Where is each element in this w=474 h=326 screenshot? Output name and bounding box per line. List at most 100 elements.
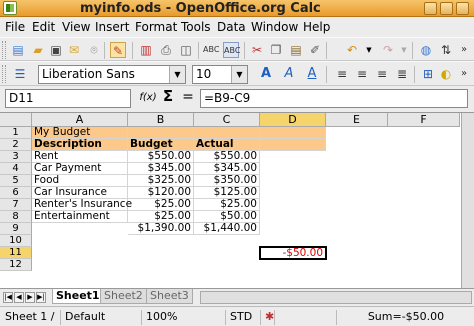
export-pdf-icon[interactable]: ▥ — [138, 42, 154, 58]
function-icon[interactable]: = — [180, 89, 196, 105]
function-wizard-icon[interactable]: f(x) — [137, 90, 159, 106]
minimize-button[interactable] — [424, 2, 437, 15]
italic-icon[interactable]: A — [281, 66, 297, 82]
row-header-11[interactable]: 11 — [0, 247, 32, 259]
window-title: myinfo.ods - OpenOffice.org Calc — [80, 1, 321, 16]
cell-b9[interactable]: $1,390.00 — [128, 223, 194, 235]
row-header-1[interactable]: 1 — [0, 127, 32, 139]
autospellcheck-icon[interactable]: ABC — [223, 42, 240, 58]
sort-ascending-icon[interactable]: ⇅ — [438, 42, 454, 58]
font-size-value: 10 — [196, 67, 212, 81]
font-size-select[interactable]: 10 ▼ — [192, 65, 248, 84]
cell-d11[interactable]: -$50.00 — [259, 246, 327, 260]
last-sheet-icon[interactable]: ▶| — [36, 292, 46, 303]
print-icon[interactable]: ⎙ — [158, 42, 174, 58]
align-right-icon[interactable]: ≡ — [374, 66, 390, 82]
cell-d1[interactable] — [260, 127, 326, 139]
hyperlink-icon[interactable]: ◍ — [418, 42, 434, 58]
menu-data[interactable]: Data — [217, 20, 246, 34]
column-header-a[interactable]: A — [32, 113, 128, 127]
spreadsheet-grid[interactable]: A B C D E F 1 2 3 4 5 6 7 8 9 10 11 12 M… — [0, 112, 474, 288]
merge-cells-icon[interactable]: ⊞ — [420, 66, 436, 82]
chevron-down-icon[interactable]: ▼ — [231, 66, 247, 83]
font-name-select[interactable]: Liberation Sans ▼ — [38, 65, 186, 84]
tab-sheet1[interactable]: Sheet1 — [52, 289, 104, 304]
status-zoom[interactable]: 100% — [144, 310, 226, 325]
toolbar-grip[interactable] — [2, 41, 6, 59]
row-header-8[interactable]: 8 — [0, 211, 32, 223]
maximize-button[interactable] — [440, 2, 453, 15]
column-header-e[interactable]: E — [326, 113, 388, 127]
more-options-icon[interactable]: » — [456, 42, 472, 58]
select-all-corner[interactable] — [0, 113, 32, 127]
formula-input[interactable]: =B9-C9 — [200, 89, 468, 108]
first-sheet-icon[interactable]: |◀ — [3, 292, 13, 303]
underline-icon[interactable]: A — [304, 66, 320, 82]
menu-file[interactable]: File — [5, 20, 25, 34]
menu-help[interactable]: Help — [303, 20, 330, 34]
formula-text: =B9-C9 — [204, 91, 251, 105]
cell-d2[interactable] — [260, 139, 326, 151]
copy-icon[interactable]: ❐ — [268, 42, 284, 58]
column-header-b[interactable]: B — [128, 113, 194, 127]
status-selection-mode[interactable]: STD — [228, 310, 261, 325]
menu-edit[interactable]: Edit — [32, 20, 55, 34]
calc-app-icon[interactable] — [3, 1, 17, 15]
row-header-9[interactable]: 9 — [0, 223, 32, 235]
next-sheet-icon[interactable]: ▶ — [25, 292, 35, 303]
status-sum: Sum=-$50.00 — [367, 310, 445, 323]
link-icon[interactable]: ⌾ — [86, 42, 102, 58]
menu-insert[interactable]: Insert — [95, 20, 129, 34]
close-button[interactable] — [456, 2, 469, 15]
redo-icon[interactable]: ↷ — [380, 42, 396, 58]
row-header-4[interactable]: 4 — [0, 163, 32, 175]
status-page-style[interactable]: Default — [63, 310, 142, 325]
horizontal-scrollbar[interactable] — [200, 291, 472, 304]
row-header-2[interactable]: 2 — [0, 139, 32, 151]
menu-tools[interactable]: Tools — [181, 20, 211, 34]
save-icon[interactable]: ▣ — [48, 42, 64, 58]
undo-dropdown-icon[interactable]: ▼ — [361, 42, 377, 58]
name-box[interactable]: D11 — [5, 89, 131, 108]
more-options-icon[interactable]: » — [456, 66, 472, 82]
print-preview-icon[interactable]: ◫ — [178, 42, 194, 58]
row-header-12[interactable]: 12 — [0, 259, 32, 271]
cut-icon[interactable]: ✂ — [249, 42, 265, 58]
column-header-c[interactable]: C — [194, 113, 260, 127]
styles-icon[interactable]: ☰ — [12, 66, 28, 82]
menu-view[interactable]: View — [62, 20, 90, 34]
open-folder-icon[interactable]: ▰ — [30, 42, 46, 58]
menu-format[interactable]: Format — [135, 20, 177, 34]
redo-dropdown-icon[interactable]: ▼ — [396, 42, 412, 58]
row-header-6[interactable]: 6 — [0, 187, 32, 199]
sum-icon[interactable]: Σ — [160, 88, 176, 104]
row-header-5[interactable]: 5 — [0, 175, 32, 187]
row-header-10[interactable]: 10 — [0, 235, 32, 247]
cell-a8[interactable]: Entertainment — [32, 211, 128, 223]
toolbar-grip[interactable] — [2, 65, 6, 83]
tab-sheet2[interactable]: Sheet2 — [100, 289, 147, 304]
currency-icon[interactable]: ◐ — [438, 66, 454, 82]
justify-icon[interactable]: ≣ — [394, 66, 410, 82]
row-header-3[interactable]: 3 — [0, 151, 32, 163]
email-icon[interactable]: ✉ — [66, 42, 82, 58]
cell-c9[interactable]: $1,440.00 — [194, 223, 260, 235]
chevron-down-icon[interactable]: ▼ — [169, 66, 185, 83]
paste-icon[interactable]: ▤ — [288, 42, 304, 58]
align-left-icon[interactable]: ≡ — [334, 66, 350, 82]
menu-window[interactable]: Window — [251, 20, 298, 34]
column-header-d[interactable]: D — [260, 113, 326, 127]
new-document-icon[interactable]: ▤ — [10, 42, 26, 58]
align-center-icon[interactable]: ≡ — [354, 66, 370, 82]
undo-icon[interactable]: ↶ — [344, 42, 360, 58]
tab-sheet3[interactable]: Sheet3 — [146, 289, 193, 304]
edit-file-icon[interactable]: ✎ — [110, 42, 126, 58]
formatting-toolbar: ☰ Liberation Sans ▼ 10 ▼ A A A ≡ ≡ ≡ ≣ ⊞… — [0, 61, 474, 86]
clone-formatting-icon[interactable]: ✐ — [307, 42, 323, 58]
row-header-7[interactable]: 7 — [0, 199, 32, 211]
vertical-scrollbar[interactable] — [461, 113, 474, 288]
previous-sheet-icon[interactable]: ◀ — [14, 292, 24, 303]
spellcheck-icon[interactable]: ABC — [203, 42, 219, 58]
bold-icon[interactable]: A — [258, 66, 274, 82]
column-header-f[interactable]: F — [388, 113, 460, 127]
